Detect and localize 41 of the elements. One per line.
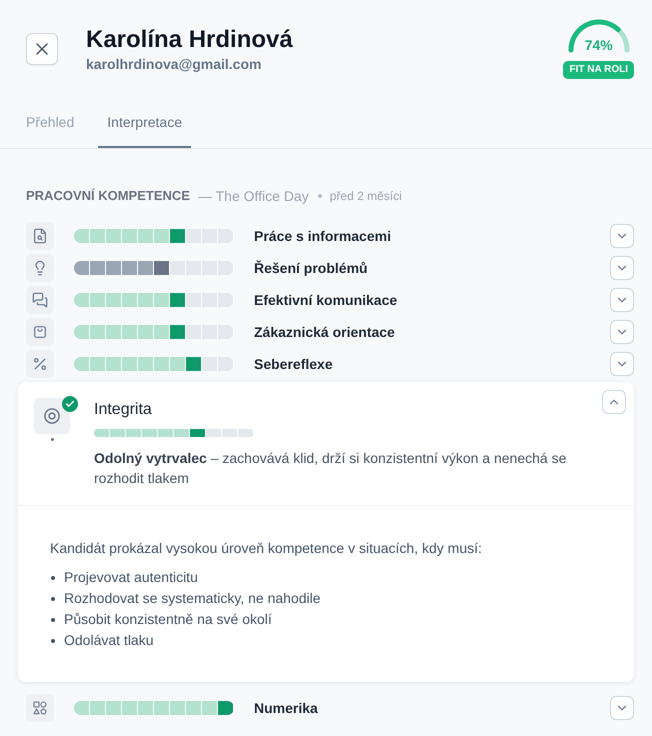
section-time: před 2 měsíci xyxy=(330,188,402,205)
bullet-icon xyxy=(51,596,55,600)
fit-badge: FIT NA ROLI xyxy=(563,61,634,79)
lightbulb-icon xyxy=(26,254,54,282)
fit-percentage: 74% xyxy=(584,36,614,55)
candidate-email: karolhrdinova@gmail.com xyxy=(86,55,262,74)
percent-icon xyxy=(26,350,54,378)
close-button[interactable] xyxy=(26,33,58,65)
bullet-icon xyxy=(51,576,55,580)
bullet-icon xyxy=(51,618,55,622)
expand-button[interactable] xyxy=(610,320,634,344)
file-search-icon xyxy=(26,222,54,250)
competency-name: Práce s informacemi xyxy=(254,227,392,246)
competency-title: Integrita xyxy=(94,400,153,420)
details-point: Odolávat tlaku xyxy=(64,631,154,650)
chat-bubbles-icon xyxy=(26,286,54,314)
details-point: Působit konzistentně na své okolí xyxy=(64,610,272,629)
bag-icon xyxy=(26,318,54,346)
collapse-button[interactable] xyxy=(602,390,626,414)
competency-name: Numerika xyxy=(254,699,319,718)
competency-description: Odolný vytrvalec – zachovává klid, drží si konzistentní výkon a nenechá se rozhodit tlakem xyxy=(94,449,568,488)
competency-name: Zákaznická orientace xyxy=(254,323,396,342)
competency-name: Řešení problémů xyxy=(254,259,369,278)
expand-button[interactable] xyxy=(610,224,634,248)
details-point: Rozhodovat se systematicky, ne nahodile xyxy=(64,589,321,608)
section-title: PRACOVNÍ KOMPETENCE xyxy=(26,187,190,205)
section-source: — The Office Day xyxy=(198,187,309,206)
tab[interactable]: Přehled xyxy=(17,96,84,148)
details-point: Projevovat autenticitu xyxy=(64,568,198,587)
shapes-icon xyxy=(26,694,54,722)
expand-button[interactable] xyxy=(610,256,634,280)
details-intro: Kandidát prokázal vysokou úroveň kompetence v situacích, kdy musí: xyxy=(50,539,483,558)
expand-button[interactable] xyxy=(610,352,634,376)
expand-button[interactable] xyxy=(610,288,634,312)
target-icon xyxy=(34,398,70,434)
bullet-icon xyxy=(51,638,55,642)
competency-name: Efektivní komunikace xyxy=(254,291,398,310)
tab[interactable]: Interpretace xyxy=(98,96,191,148)
competency-name: Sebereflexe xyxy=(254,355,334,374)
expand-button[interactable] xyxy=(610,696,634,720)
candidate-name: Karolína Hrdinová xyxy=(86,26,293,54)
